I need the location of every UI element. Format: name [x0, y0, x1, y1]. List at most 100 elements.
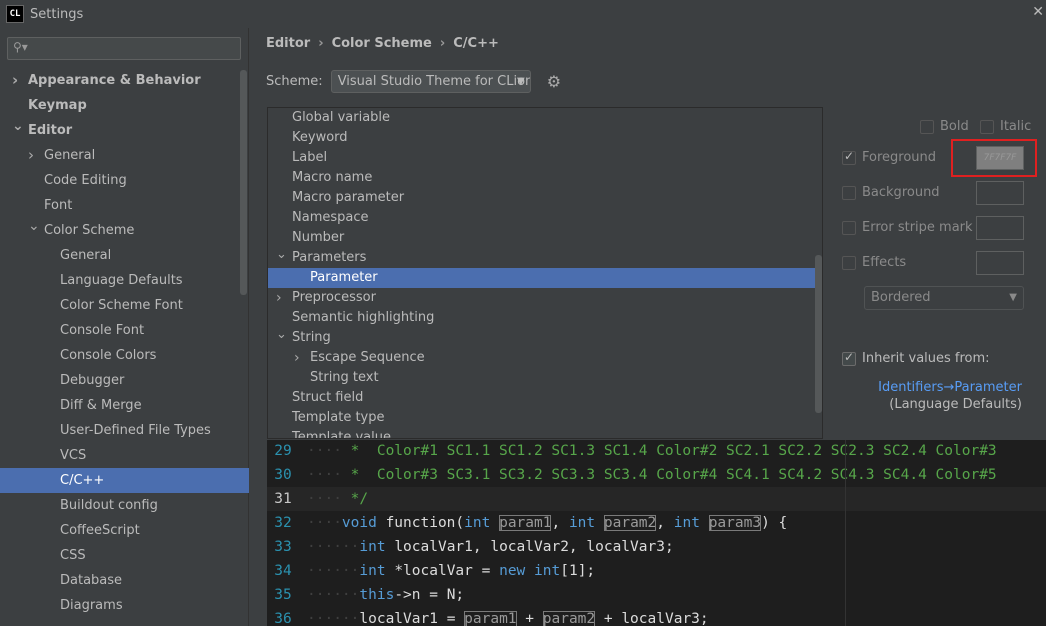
sidebar-scrollbar[interactable] — [240, 70, 247, 295]
effects-checkbox[interactable] — [842, 256, 856, 270]
breadcrumb-editor[interactable]: Editor — [266, 36, 310, 51]
parameter-token: param2 — [603, 515, 657, 531]
scheme-dropdown[interactable]: Visual Studio Theme for CLion ▼ — [330, 69, 531, 93]
background-checkbox[interactable] — [842, 186, 856, 200]
attribute-item[interactable]: Semantic highlighting — [268, 308, 822, 328]
attribute-label: Macro parameter — [292, 190, 405, 205]
sidebar-item[interactable]: General — [0, 243, 249, 268]
sidebar-item[interactable]: CSS — [0, 543, 249, 568]
attribute-label: String text — [310, 370, 379, 385]
chevron-right-icon[interactable]: › — [28, 143, 34, 168]
right-margin-guide — [845, 440, 846, 626]
sidebar-item[interactable]: Database — [0, 568, 249, 593]
code-token: */ — [341, 491, 369, 507]
code-token: int — [534, 563, 561, 579]
code-token: localVar1 = — [359, 611, 465, 626]
attribute-item[interactable]: Parameter — [268, 268, 822, 288]
error-stripe-color-swatch[interactable] — [976, 216, 1024, 240]
code-token: ···· — [307, 491, 342, 507]
search-icon: ⚲▾ — [13, 40, 28, 54]
code-text: ······localVar1 = param1 + param2 + loca… — [307, 607, 709, 626]
chevron-down-icon[interactable]: ⌄ — [28, 214, 40, 239]
close-icon[interactable]: ✕ — [1032, 4, 1044, 20]
clion-app-icon: CL — [6, 5, 24, 23]
code-token: ······ — [307, 539, 360, 555]
code-token: , — [656, 515, 674, 531]
attribute-label: Keyword — [292, 130, 348, 145]
sidebar-item[interactable]: Keymap — [0, 93, 249, 118]
settings-tree: › Appearance & Behavior Keymap ⌄ Editor › Gene… — [0, 68, 249, 618]
sidebar-item[interactable]: CoffeeScript — [0, 518, 249, 543]
chevron-right-icon[interactable]: › — [12, 68, 18, 93]
attribute-item[interactable]: ⌄ Parameters — [268, 245, 822, 268]
attribute-item[interactable]: Label — [268, 148, 822, 168]
code-token: + localVar3; — [595, 611, 709, 626]
inherit-checkbox[interactable] — [842, 350, 856, 366]
line-number: 34 — [274, 563, 292, 579]
attribute-item[interactable]: Struct field — [268, 388, 822, 408]
sidebar-item-label: Database — [60, 573, 123, 588]
sidebar-item[interactable]: Language Defaults — [0, 268, 249, 293]
chevron-right-icon[interactable]: › — [276, 288, 282, 308]
sidebar-item[interactable]: ⌄ Color Scheme — [0, 218, 249, 243]
code-token: = N; — [420, 587, 465, 603]
attribute-item[interactable]: › Preprocessor — [268, 288, 822, 308]
line-number: 36 — [274, 611, 292, 626]
attribute-item[interactable]: Global variable — [268, 108, 822, 128]
italic-checkbox[interactable] — [980, 120, 994, 134]
sidebar-item[interactable]: Diff & Merge — [0, 393, 249, 418]
settings-sidebar: ⚲▾ › Appearance & Behavior Keymap ⌄ Editor › G… — [0, 28, 249, 626]
sidebar-item[interactable]: Diagrams — [0, 593, 249, 618]
sidebar-item-label: Editor — [28, 123, 73, 138]
sidebar-item[interactable]: Debugger — [0, 368, 249, 393]
attribute-item[interactable]: Namespace — [268, 208, 822, 228]
code-token: + — [516, 611, 543, 626]
sidebar-item[interactable]: Buildout config — [0, 493, 249, 518]
italic-label: Italic — [1000, 119, 1032, 134]
inherit-link[interactable]: Identifiers→Parameter — [878, 380, 1022, 395]
chevron-down-icon[interactable]: ⌄ — [12, 114, 24, 139]
code-token: *localVar = — [385, 563, 500, 579]
code-line: 31 ···· */ — [267, 487, 1046, 511]
chevron-down-icon[interactable]: ⌄ — [276, 325, 287, 345]
preview-editor[interactable]: 29 ···· * Color#1 SC1.1 SC1.2 SC1.3 SC1.4… — [267, 440, 1046, 626]
attribute-item[interactable]: Template value — [268, 428, 822, 438]
foreground-checkbox[interactable] — [842, 149, 856, 165]
effects-color-swatch[interactable] — [976, 251, 1024, 275]
attributes-scrollbar[interactable] — [815, 255, 822, 413]
error-stripe-checkbox[interactable] — [842, 221, 856, 235]
attribute-item[interactable]: String text — [268, 368, 822, 388]
attribute-label: Template type — [292, 410, 385, 425]
sidebar-item[interactable]: VCS — [0, 443, 249, 468]
sidebar-item-label: Color Scheme Font — [60, 298, 183, 313]
chevron-down-icon[interactable]: ⌄ — [276, 245, 287, 265]
attribute-item[interactable]: ⌄ String — [268, 325, 822, 348]
breadcrumb-color-scheme[interactable]: Color Scheme — [332, 36, 432, 51]
settings-search-input[interactable]: ⚲▾ — [7, 37, 241, 60]
sidebar-item[interactable]: Code Editing — [0, 168, 249, 193]
attribute-item[interactable]: Keyword — [268, 128, 822, 148]
sidebar-item[interactable]: Color Scheme Font — [0, 293, 249, 318]
attribute-item[interactable]: › Escape Sequence — [268, 348, 822, 368]
attribute-item[interactable]: Number — [268, 228, 822, 248]
chevron-right-icon[interactable]: › — [294, 348, 300, 368]
background-color-swatch[interactable] — [976, 181, 1024, 205]
sidebar-item[interactable]: ⌄ Editor — [0, 118, 249, 143]
attribute-item[interactable]: Macro parameter — [268, 188, 822, 208]
sidebar-item[interactable]: › General — [0, 143, 249, 168]
code-text: ····void function(int param1, int param2… — [307, 511, 787, 535]
attribute-item[interactable]: Macro name — [268, 168, 822, 188]
gear-icon[interactable]: ⚙ — [547, 72, 561, 91]
parameter-token: param1 — [464, 611, 517, 626]
sidebar-item[interactable]: › Appearance & Behavior — [0, 68, 249, 93]
sidebar-item[interactable]: Console Colors — [0, 343, 249, 368]
effects-type-dropdown[interactable]: Bordered ▼ — [864, 286, 1024, 310]
attribute-label: Namespace — [292, 210, 369, 225]
attribute-item[interactable]: Template type — [268, 408, 822, 428]
bold-checkbox[interactable] — [920, 120, 934, 134]
code-token: ······ — [307, 563, 360, 579]
sidebar-item[interactable]: User-Defined File Types — [0, 418, 249, 443]
sidebar-item[interactable]: Console Font — [0, 318, 249, 343]
sidebar-item[interactable]: C/C++ — [0, 468, 249, 493]
